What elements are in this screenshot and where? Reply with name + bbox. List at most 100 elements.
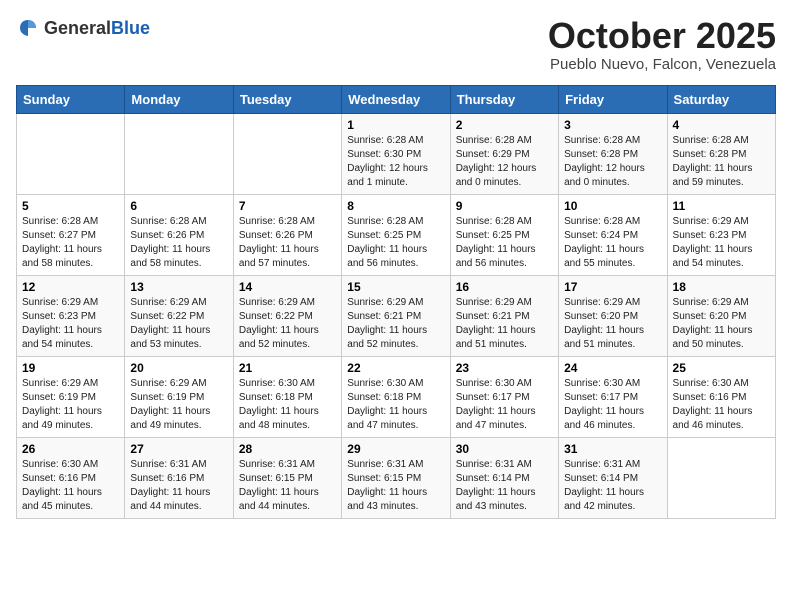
calendar-cell: 9 Sunrise: 6:28 AM Sunset: 6:25 PM Daylig… <box>450 194 558 275</box>
day-number: 14 <box>239 280 336 294</box>
month-title: October 2025 <box>548 16 776 56</box>
day-number: 8 <box>347 199 444 213</box>
day-info: Sunrise: 6:29 AM Sunset: 6:22 PM Dayligh… <box>239 296 336 352</box>
calendar-cell <box>125 113 233 194</box>
day-info: Sunrise: 6:31 AM Sunset: 6:16 PM Dayligh… <box>130 458 227 514</box>
calendar-cell: 18 Sunrise: 6:29 AM Sunset: 6:20 PM Dayli… <box>667 275 775 356</box>
page-header: GeneralBlue October 2025 Pueblo Nuevo, F… <box>16 16 776 73</box>
day-number: 20 <box>130 361 227 375</box>
day-header-saturday: Saturday <box>667 85 775 113</box>
day-header-tuesday: Tuesday <box>233 85 341 113</box>
day-number: 15 <box>347 280 444 294</box>
logo-blue: Blue <box>111 18 150 38</box>
calendar-week-5: 26 Sunrise: 6:30 AM Sunset: 6:16 PM Dayli… <box>17 437 776 518</box>
day-info: Sunrise: 6:29 AM Sunset: 6:21 PM Dayligh… <box>456 296 553 352</box>
calendar-cell: 19 Sunrise: 6:29 AM Sunset: 6:19 PM Dayli… <box>17 356 125 437</box>
calendar-cell: 15 Sunrise: 6:29 AM Sunset: 6:21 PM Dayli… <box>342 275 450 356</box>
calendar-cell <box>233 113 341 194</box>
calendar-cell <box>17 113 125 194</box>
day-number: 3 <box>564 118 661 132</box>
day-number: 29 <box>347 442 444 456</box>
day-info: Sunrise: 6:29 AM Sunset: 6:22 PM Dayligh… <box>130 296 227 352</box>
day-info: Sunrise: 6:31 AM Sunset: 6:15 PM Dayligh… <box>347 458 444 514</box>
logo-general: General <box>44 18 111 38</box>
day-info: Sunrise: 6:30 AM Sunset: 6:18 PM Dayligh… <box>347 377 444 433</box>
day-header-wednesday: Wednesday <box>342 85 450 113</box>
day-number: 5 <box>22 199 119 213</box>
calendar-header-row: SundayMondayTuesdayWednesdayThursdayFrid… <box>17 85 776 113</box>
calendar-cell: 4 Sunrise: 6:28 AM Sunset: 6:28 PM Daylig… <box>667 113 775 194</box>
day-header-monday: Monday <box>125 85 233 113</box>
day-number: 28 <box>239 442 336 456</box>
day-info: Sunrise: 6:28 AM Sunset: 6:25 PM Dayligh… <box>456 215 553 271</box>
calendar-cell: 21 Sunrise: 6:30 AM Sunset: 6:18 PM Dayli… <box>233 356 341 437</box>
day-number: 30 <box>456 442 553 456</box>
calendar-cell: 29 Sunrise: 6:31 AM Sunset: 6:15 PM Dayli… <box>342 437 450 518</box>
calendar-cell: 8Sunrise: 6:28 AM Sunset: 6:25 PM Daylig… <box>342 194 450 275</box>
day-number: 7 <box>239 199 336 213</box>
calendar-cell: 24Sunrise: 6:30 AM Sunset: 6:17 PM Dayli… <box>559 356 667 437</box>
day-info: Sunrise: 6:29 AM Sunset: 6:19 PM Dayligh… <box>22 377 119 433</box>
day-number: 12 <box>22 280 119 294</box>
calendar-cell: 28 Sunrise: 6:31 AM Sunset: 6:15 PM Dayli… <box>233 437 341 518</box>
day-info: Sunrise: 6:28 AM Sunset: 6:27 PM Dayligh… <box>22 215 119 271</box>
day-header-thursday: Thursday <box>450 85 558 113</box>
calendar-cell: 22 Sunrise: 6:30 AM Sunset: 6:18 PM Dayli… <box>342 356 450 437</box>
day-number: 16 <box>456 280 553 294</box>
day-number: 6 <box>130 199 227 213</box>
day-number: 25 <box>673 361 770 375</box>
day-info: Sunrise: 6:31 AM Sunset: 6:14 PM Dayligh… <box>564 458 661 514</box>
calendar-cell <box>667 437 775 518</box>
calendar-cell: 27 Sunrise: 6:31 AM Sunset: 6:16 PM Dayli… <box>125 437 233 518</box>
calendar-cell: 26 Sunrise: 6:30 AM Sunset: 6:16 PM Dayli… <box>17 437 125 518</box>
day-info: Sunrise: 6:29 AM Sunset: 6:23 PM Dayligh… <box>673 215 770 271</box>
day-info: Sunrise: 6:31 AM Sunset: 6:15 PM Dayligh… <box>239 458 336 514</box>
calendar-week-4: 19 Sunrise: 6:29 AM Sunset: 6:19 PM Dayli… <box>17 356 776 437</box>
day-number: 19 <box>22 361 119 375</box>
calendar-cell: 1 Sunrise: 6:28 AM Sunset: 6:30 PM Daylig… <box>342 113 450 194</box>
day-info: Sunrise: 6:28 AM Sunset: 6:26 PM Dayligh… <box>130 215 227 271</box>
calendar-table: SundayMondayTuesdayWednesdayThursdayFrid… <box>16 85 776 519</box>
calendar-cell: 7 Sunrise: 6:28 AM Sunset: 6:26 PM Daylig… <box>233 194 341 275</box>
day-number: 9 <box>456 199 553 213</box>
day-info: Sunrise: 6:28 AM Sunset: 6:28 PM Dayligh… <box>564 134 661 190</box>
day-info: Sunrise: 6:30 AM Sunset: 6:17 PM Dayligh… <box>456 377 553 433</box>
day-info: Sunrise: 6:30 AM Sunset: 6:18 PM Dayligh… <box>239 377 336 433</box>
calendar-week-2: 5 Sunrise: 6:28 AM Sunset: 6:27 PM Daylig… <box>17 194 776 275</box>
day-number: 23 <box>456 361 553 375</box>
day-info: Sunrise: 6:28 AM Sunset: 6:26 PM Dayligh… <box>239 215 336 271</box>
day-number: 27 <box>130 442 227 456</box>
day-info: Sunrise: 6:31 AM Sunset: 6:14 PM Dayligh… <box>456 458 553 514</box>
day-number: 10 <box>564 199 661 213</box>
day-number: 1 <box>347 118 444 132</box>
day-info: Sunrise: 6:28 AM Sunset: 6:30 PM Dayligh… <box>347 134 444 190</box>
day-info: Sunrise: 6:29 AM Sunset: 6:20 PM Dayligh… <box>673 296 770 352</box>
day-number: 18 <box>673 280 770 294</box>
day-number: 17 <box>564 280 661 294</box>
day-info: Sunrise: 6:30 AM Sunset: 6:16 PM Dayligh… <box>22 458 119 514</box>
calendar-cell: 23 Sunrise: 6:30 AM Sunset: 6:17 PM Dayli… <box>450 356 558 437</box>
day-number: 13 <box>130 280 227 294</box>
calendar-cell: 14 Sunrise: 6:29 AM Sunset: 6:22 PM Dayli… <box>233 275 341 356</box>
day-info: Sunrise: 6:28 AM Sunset: 6:28 PM Dayligh… <box>673 134 770 190</box>
day-info: Sunrise: 6:29 AM Sunset: 6:23 PM Dayligh… <box>22 296 119 352</box>
calendar-cell: 20 Sunrise: 6:29 AM Sunset: 6:19 PM Dayli… <box>125 356 233 437</box>
day-info: Sunrise: 6:29 AM Sunset: 6:21 PM Dayligh… <box>347 296 444 352</box>
day-header-sunday: Sunday <box>17 85 125 113</box>
day-number: 24 <box>564 361 661 375</box>
calendar-cell: 30 Sunrise: 6:31 AM Sunset: 6:14 PM Dayli… <box>450 437 558 518</box>
day-number: 26 <box>22 442 119 456</box>
location: Pueblo Nuevo, Falcon, Venezuela <box>548 56 776 73</box>
calendar-cell: 17Sunrise: 6:29 AM Sunset: 6:20 PM Dayli… <box>559 275 667 356</box>
calendar-cell: 31Sunrise: 6:31 AM Sunset: 6:14 PM Dayli… <box>559 437 667 518</box>
day-number: 21 <box>239 361 336 375</box>
calendar-cell: 2Sunrise: 6:28 AM Sunset: 6:29 PM Daylig… <box>450 113 558 194</box>
calendar-cell: 25Sunrise: 6:30 AM Sunset: 6:16 PM Dayli… <box>667 356 775 437</box>
day-info: Sunrise: 6:29 AM Sunset: 6:19 PM Dayligh… <box>130 377 227 433</box>
day-header-friday: Friday <box>559 85 667 113</box>
calendar-cell: 6 Sunrise: 6:28 AM Sunset: 6:26 PM Daylig… <box>125 194 233 275</box>
day-number: 4 <box>673 118 770 132</box>
day-number: 22 <box>347 361 444 375</box>
logo-icon <box>16 16 40 40</box>
calendar-cell: 11Sunrise: 6:29 AM Sunset: 6:23 PM Dayli… <box>667 194 775 275</box>
